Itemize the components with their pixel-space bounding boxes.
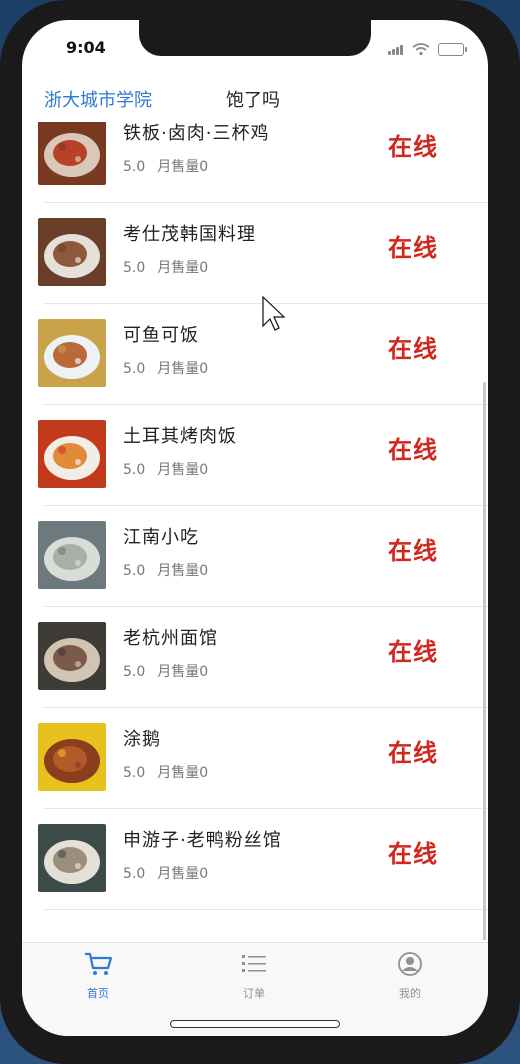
online-status: 在线: [388, 638, 438, 666]
restaurant-meta: 5.0 月售量0: [123, 863, 208, 883]
rating: 5.0: [123, 260, 146, 276]
restaurant-thumbnail: [38, 319, 106, 387]
campus-link[interactable]: 浙大城市学院: [44, 86, 152, 112]
monthly-sales: 月售量0: [157, 260, 209, 276]
restaurant-list[interactable]: 铁板·卤肉·三杯鸡 5.0 月售量0 在线 考仕茂韩国料理 5.0 月售量0 在线 …: [22, 122, 488, 940]
restaurant-meta: 5.0 月售量0: [123, 257, 208, 277]
tab-home[interactable]: 首页: [58, 951, 138, 1001]
restaurant-name: 江南小吃: [123, 527, 199, 548]
rating: 5.0: [123, 159, 146, 175]
tab-orders[interactable]: 订单: [214, 951, 294, 1001]
page-title: 饱了吗: [226, 90, 280, 111]
status-time: 9:04: [66, 38, 106, 57]
restaurant-meta: 5.0 月售量0: [123, 762, 208, 782]
restaurant-name: 考仕茂韩国料理: [123, 224, 256, 245]
restaurant-name: 土耳其烤肉饭: [123, 426, 237, 447]
app-screen: 9:04 浙大城市学院 饱了吗 铁板·卤肉·三杯鸡 5.0 月售量0 在线 考仕…: [22, 20, 488, 1036]
monthly-sales: 月售量0: [157, 159, 209, 175]
restaurant-meta: 5.0 月售量0: [123, 358, 208, 378]
tab-profile-label: 我的: [399, 987, 421, 1000]
restaurant-thumbnail: [38, 122, 106, 185]
tab-profile[interactable]: 我的: [370, 951, 450, 1001]
signal-icon: [388, 40, 404, 59]
restaurant-name: 铁板·卤肉·三杯鸡: [123, 123, 270, 144]
restaurant-row[interactable]: 土耳其烤肉饭 5.0 月售量0 在线: [22, 405, 488, 506]
restaurant-thumbnail: [38, 420, 106, 488]
restaurant-row[interactable]: 江南小吃 5.0 月售量0 在线: [22, 506, 488, 607]
online-status: 在线: [388, 335, 438, 363]
restaurant-thumbnail: [38, 521, 106, 589]
online-status: 在线: [388, 234, 438, 262]
row-divider: [44, 909, 488, 910]
rating: 5.0: [123, 664, 146, 680]
wifi-icon: [412, 43, 430, 56]
tab-orders-label: 订单: [243, 987, 265, 1000]
home-indicator: [170, 1020, 340, 1028]
device-frame: 9:04 浙大城市学院 饱了吗 铁板·卤肉·三杯鸡 5.0 月售量0 在线 考仕…: [0, 0, 520, 1064]
monthly-sales: 月售量0: [157, 462, 209, 478]
restaurant-row[interactable]: 可鱼可饭 5.0 月售量0 在线: [22, 304, 488, 405]
restaurant-name: 涂鹅: [123, 729, 161, 750]
restaurant-meta: 5.0 月售量0: [123, 156, 208, 176]
battery-icon: [438, 43, 467, 56]
monthly-sales: 月售量0: [157, 765, 209, 781]
restaurant-meta: 5.0 月售量0: [123, 560, 208, 580]
restaurant-row[interactable]: 申游子·老鸭粉丝馆 5.0 月售量0 在线: [22, 809, 488, 910]
restaurant-row[interactable]: 考仕茂韩国料理 5.0 月售量0 在线: [22, 203, 488, 304]
restaurant-meta: 5.0 月售量0: [123, 661, 208, 681]
restaurant-thumbnail: [38, 824, 106, 892]
monthly-sales: 月售量0: [157, 866, 209, 882]
monthly-sales: 月售量0: [157, 361, 209, 377]
online-status: 在线: [388, 840, 438, 868]
restaurant-row[interactable]: 铁板·卤肉·三杯鸡 5.0 月售量0 在线: [22, 122, 488, 203]
restaurant-thumbnail: [38, 723, 106, 791]
online-status: 在线: [388, 537, 438, 565]
list-icon: [242, 955, 266, 972]
monthly-sales: 月售量0: [157, 664, 209, 680]
restaurant-name: 申游子·老鸭粉丝馆: [123, 830, 282, 851]
rating: 5.0: [123, 866, 146, 882]
mouse-pointer-icon: [262, 296, 286, 331]
restaurant-thumbnail: [38, 622, 106, 690]
rating: 5.0: [123, 563, 146, 579]
profile-icon: [398, 952, 422, 976]
restaurant-row[interactable]: 老杭州面馆 5.0 月售量0 在线: [22, 607, 488, 708]
restaurant-name: 可鱼可饭: [123, 325, 199, 346]
monthly-sales: 月售量0: [157, 563, 209, 579]
cart-icon: [85, 952, 113, 975]
online-status: 在线: [388, 739, 438, 767]
rating: 5.0: [123, 361, 146, 377]
restaurant-name: 老杭州面馆: [123, 628, 218, 649]
status-icons: [388, 40, 467, 59]
restaurant-thumbnail: [38, 218, 106, 286]
online-status: 在线: [388, 133, 438, 161]
online-status: 在线: [388, 436, 438, 464]
restaurant-meta: 5.0 月售量0: [123, 459, 208, 479]
tab-home-label: 首页: [87, 987, 109, 1000]
restaurant-row[interactable]: 涂鹅 5.0 月售量0 在线: [22, 708, 488, 809]
device-notch: [139, 20, 371, 56]
navigation-bar: 浙大城市学院 饱了吗: [22, 78, 488, 122]
rating: 5.0: [123, 462, 146, 478]
rating: 5.0: [123, 765, 146, 781]
scrollbar[interactable]: [483, 382, 486, 940]
